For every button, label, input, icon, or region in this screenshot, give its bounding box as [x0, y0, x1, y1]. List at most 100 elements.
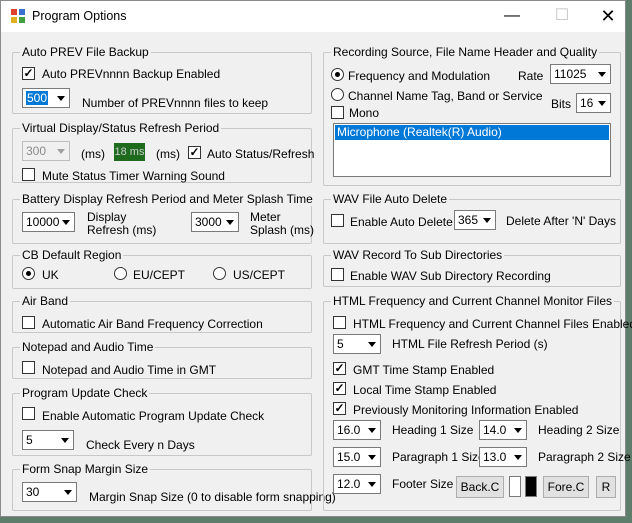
back-color-button[interactable]: Back.C	[456, 476, 504, 498]
snap-margin-value: 30	[26, 485, 40, 499]
wav-subdir-label: Enable WAV Sub Directory Recording	[350, 269, 551, 283]
fore-color-swatch[interactable]	[525, 476, 537, 497]
heading2-size-label: Heading 2 Size	[538, 423, 620, 437]
meter-splash-label-2: Splash (ms)	[250, 223, 315, 237]
paragraph2-size-value: 13.0	[483, 450, 507, 464]
chevron-down-icon	[594, 94, 610, 112]
display-refresh-label-1: Display	[87, 210, 127, 224]
chevron-down-icon	[364, 421, 380, 439]
paragraph2-size-dropdown[interactable]: 13.0	[479, 447, 527, 467]
group-title: Form Snap Margin Size	[20, 462, 151, 476]
chevron-down-icon	[364, 475, 380, 493]
bits-dropdown[interactable]: 16	[576, 93, 611, 113]
chevron-down-icon	[58, 213, 74, 231]
heading1-size-dropdown[interactable]: 16.0	[333, 420, 381, 440]
recording-device-list[interactable]: Microphone (Realtek(R) Audio)	[333, 123, 611, 177]
group-title: Air Band	[20, 294, 71, 308]
chevron-down-icon	[60, 483, 76, 501]
chevron-down-icon	[364, 448, 380, 466]
air-band-label: Automatic Air Band Frequency Correction	[42, 317, 263, 331]
region-us-label: US/CEPT	[233, 268, 286, 282]
chevron-down-icon	[222, 213, 238, 231]
bits-label: Bits	[551, 97, 572, 111]
paragraph1-size-label: Paragraph 1 Size	[392, 450, 485, 464]
gmt-stamp-checkbox[interactable]: ✓	[333, 362, 346, 375]
group-title: Auto PREV File Backup	[20, 45, 151, 59]
freq-modulation-radio[interactable]	[331, 68, 344, 81]
meter-splash-value: 3000	[195, 215, 222, 229]
html-files-checkbox[interactable]	[333, 316, 346, 329]
reset-button[interactable]: R	[596, 476, 616, 498]
mute-warning-label: Mute Status Timer Warning Sound	[42, 169, 225, 183]
notepad-gmt-checkbox[interactable]	[22, 361, 35, 374]
group-title: Program Update Check	[20, 386, 150, 400]
auto-delete-checkbox[interactable]	[331, 214, 344, 227]
minimize-icon[interactable]: —	[489, 1, 535, 32]
update-days-label: Check Every n Days	[86, 438, 195, 452]
meter-splash-dropdown[interactable]: 3000	[191, 212, 239, 232]
fore-color-button[interactable]: Fore.C	[543, 476, 589, 498]
update-days-value: 5	[26, 433, 33, 447]
mono-label: Mono	[349, 106, 380, 120]
auto-status-checkbox[interactable]: ✓	[188, 146, 201, 159]
backup-count-dropdown[interactable]: 500	[22, 88, 70, 108]
rate-label: Rate	[518, 69, 544, 83]
footer-size-value: 12.0	[337, 477, 361, 491]
bits-value: 16	[580, 96, 594, 110]
backup-count-label: Number of PREVnnnn files to keep	[82, 96, 269, 110]
chevron-down-icon	[53, 89, 69, 107]
display-refresh-value: 10000	[26, 215, 60, 229]
group-title: Notepad and Audio Time	[20, 340, 156, 354]
update-check-label: Enable Automatic Program Update Check	[42, 409, 265, 423]
region-us-radio[interactable]	[213, 267, 226, 280]
rate-value: 11025	[554, 67, 587, 81]
chevron-down-icon	[364, 335, 380, 353]
back-color-swatch[interactable]	[509, 476, 521, 497]
snap-margin-dropdown[interactable]: 30	[22, 482, 77, 502]
mute-warning-checkbox[interactable]	[22, 168, 35, 181]
heading2-size-dropdown[interactable]: 14.0	[479, 420, 527, 440]
status-time-display: 18 ms	[114, 143, 145, 161]
local-stamp-checkbox[interactable]: ✓	[333, 382, 346, 395]
local-stamp-label: Local Time Stamp Enabled	[353, 383, 497, 397]
group-title: WAV File Auto Delete	[331, 192, 450, 206]
prev-monitoring-checkbox[interactable]: ✓	[333, 402, 346, 415]
region-eu-radio[interactable]	[114, 267, 127, 280]
mono-checkbox[interactable]	[331, 106, 344, 119]
ms-label-2: (ms)	[156, 147, 180, 161]
paragraph1-size-dropdown[interactable]: 15.0	[333, 447, 381, 467]
wav-subdir-checkbox[interactable]	[331, 268, 344, 281]
maximize-icon[interactable]: ☐	[539, 1, 585, 32]
delete-days-value: 365	[458, 213, 479, 227]
app-icon	[11, 9, 25, 23]
html-refresh-dropdown[interactable]: 5	[333, 334, 381, 354]
heading1-size-value: 16.0	[337, 423, 361, 437]
refresh-period-dropdown[interactable]: 300	[22, 141, 70, 161]
ms-label-1: (ms)	[81, 147, 105, 161]
footer-size-dropdown[interactable]: 12.0	[333, 474, 381, 494]
air-band-checkbox[interactable]	[22, 316, 35, 329]
chevron-down-icon	[510, 421, 526, 439]
region-uk-label: UK	[42, 268, 59, 282]
backup-enabled-checkbox[interactable]: ✓	[22, 67, 35, 80]
program-options-window: Program Options — ☐ ✕ Auto PREV File Bac…	[0, 0, 632, 517]
rate-dropdown[interactable]: 11025	[550, 64, 611, 84]
auto-delete-label: Enable Auto Delete	[350, 215, 453, 229]
channel-name-label: Channel Name Tag, Band or Service	[348, 89, 543, 103]
channel-name-radio[interactable]	[331, 88, 344, 101]
chevron-down-icon	[479, 211, 495, 229]
chevron-down-icon	[53, 142, 69, 160]
paragraph2-size-label: Paragraph 2 Size	[538, 450, 631, 464]
close-icon[interactable]: ✕	[585, 1, 631, 32]
update-check-checkbox[interactable]	[22, 407, 35, 420]
group-title: Battery Display Refresh Period and Meter…	[20, 192, 315, 206]
display-refresh-dropdown[interactable]: 10000	[22, 212, 75, 232]
recording-device-item[interactable]: Microphone (Realtek(R) Audio)	[335, 125, 609, 140]
meter-splash-label-1: Meter	[250, 210, 281, 224]
title-bar: Program Options — ☐ ✕	[1, 1, 625, 32]
update-days-dropdown[interactable]: 5	[22, 430, 74, 450]
group-title: HTML Frequency and Current Channel Monit…	[331, 294, 615, 308]
html-refresh-value: 5	[337, 337, 344, 351]
region-uk-radio[interactable]	[22, 267, 35, 280]
delete-days-dropdown[interactable]: 365	[454, 210, 496, 230]
